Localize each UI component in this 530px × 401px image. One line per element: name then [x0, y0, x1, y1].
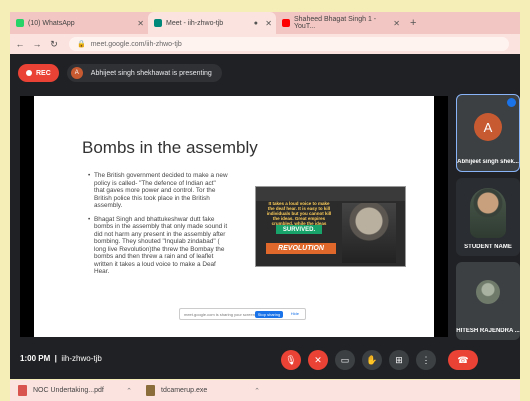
mic-off-icon[interactable]: 🎙: [281, 350, 301, 370]
tab-youtube[interactable]: Shaheed Bhagat Singh 1 - YouT... ✕: [276, 12, 404, 34]
participant-name: STUDENT NAME: [464, 244, 512, 250]
record-dot-icon: [26, 70, 32, 76]
camera-off-icon[interactable]: ✕: [308, 350, 328, 370]
rec-label: REC: [36, 69, 51, 77]
participant-video: [470, 188, 506, 238]
tab-label: Shaheed Bhagat Singh 1 - YouT...: [294, 16, 377, 30]
recording-badge: REC: [18, 64, 59, 82]
portrait-image: [342, 203, 396, 263]
close-tab-icon[interactable]: ✕: [137, 19, 144, 28]
participant-tile[interactable]: STUDENT NAME: [456, 178, 520, 256]
captions-icon[interactable]: ▭: [335, 350, 355, 370]
tab-label: Meet - iih-zhwo-tjb: [166, 19, 224, 27]
youtube-icon: [282, 19, 290, 27]
poster-revolution: REVOLUTION: [266, 243, 336, 254]
leave-call-button[interactable]: ☎: [448, 350, 478, 370]
avatar: A: [474, 113, 502, 141]
participant-name: HITESH RAJENDRA ...: [456, 328, 520, 334]
presenting-text: Abhijeet singh shekhawat is presenting: [90, 69, 212, 77]
raise-hand-icon[interactable]: ✋: [362, 350, 382, 370]
forward-icon[interactable]: →: [30, 39, 44, 49]
bhagat-singh-poster-image: It takes a loud voice to make the deaf h…: [255, 186, 406, 267]
new-tab-button[interactable]: +: [410, 17, 416, 29]
address-bar-row: ← → ↻ 🔒 meet.google.com/iih-zhwo-tjb: [10, 34, 520, 54]
download-name: tdcamerup.exe: [161, 387, 208, 394]
meeting-info-bar: REC A Abhijeet singh shekhawat is presen…: [18, 64, 222, 82]
tab-label: (10) WhatsApp: [28, 19, 75, 27]
close-tab-icon[interactable]: ✕: [393, 19, 400, 28]
present-icon[interactable]: ⊞: [389, 350, 409, 370]
lock-icon[interactable]: 🔒: [77, 40, 86, 48]
slide-bullet: The British government decided to make a…: [88, 172, 228, 210]
reload-icon[interactable]: ↻: [47, 39, 61, 50]
slide-title: Bombs in the assembly: [82, 138, 258, 157]
close-tab-icon[interactable]: ✕: [265, 19, 272, 28]
whatsapp-icon: [16, 19, 24, 27]
share-notice-text: meet.google.com is sharing your screen.: [184, 311, 257, 317]
chevron-up-icon[interactable]: ⌃: [126, 387, 132, 395]
download-name: NOC Undertaking...pdf: [33, 387, 104, 394]
download-item[interactable]: NOC Undertaking...pdf ⌃: [18, 385, 138, 396]
poster-quote: It takes a loud voice to make the deaf h…: [266, 201, 332, 226]
call-controls: 🎙 ✕ ▭ ✋ ⊞ ⋮ ☎: [10, 350, 520, 370]
participant-tile[interactable]: A Abhijeet singh shek...: [456, 94, 520, 172]
tab-meet[interactable]: Meet - iih-zhwo-tjb ● ✕: [148, 12, 276, 34]
presenting-indicator: A Abhijeet singh shekhawat is presenting: [66, 64, 222, 82]
presentation-stage: Bombs in the assembly The British govern…: [20, 96, 448, 337]
chevron-up-icon[interactable]: ⌃: [254, 387, 260, 395]
avatar: [476, 280, 500, 304]
tab-whatsapp[interactable]: (10) WhatsApp ✕: [10, 12, 148, 34]
downloads-bar: NOC Undertaking...pdf ⌃ tdcamerup.exe ⌃: [10, 380, 520, 401]
speaking-indicator-icon: [507, 98, 516, 107]
screen-share-notification: meet.google.com is sharing your screen. …: [179, 308, 306, 320]
download-item[interactable]: tdcamerup.exe ⌃: [146, 385, 266, 396]
audio-playing-icon[interactable]: ●: [254, 20, 258, 27]
participant-tile[interactable]: HITESH RAJENDRA ...: [456, 262, 520, 340]
poster-header: [256, 187, 405, 201]
exe-file-icon: [146, 385, 155, 396]
stop-sharing-button[interactable]: Stop sharing: [255, 311, 283, 318]
slide-bullet: Bhagat Singh and bhattukeshwar dutt fake…: [88, 216, 228, 276]
more-options-icon[interactable]: ⋮: [416, 350, 436, 370]
back-icon[interactable]: ←: [13, 39, 27, 49]
presenter-avatar: A: [70, 67, 83, 79]
url-field[interactable]: 🔒 meet.google.com/iih-zhwo-tjb: [69, 37, 509, 51]
presentation-slide: Bombs in the assembly The British govern…: [34, 96, 434, 337]
participant-name: Abhijeet singh shek...: [457, 159, 519, 165]
meet-icon: [154, 19, 162, 27]
slide-bullets: The British government decided to make a…: [88, 172, 228, 282]
meet-window: REC A Abhijeet singh shekhawat is presen…: [10, 54, 520, 379]
browser-tab-strip: (10) WhatsApp ✕ Meet - iih-zhwo-tjb ● ✕ …: [10, 12, 520, 34]
hide-button[interactable]: Hide: [291, 311, 299, 316]
url-text: meet.google.com/iih-zhwo-tjb: [90, 40, 182, 48]
poster-survived: SURVIVED.: [276, 225, 322, 234]
pdf-file-icon: [18, 385, 27, 396]
